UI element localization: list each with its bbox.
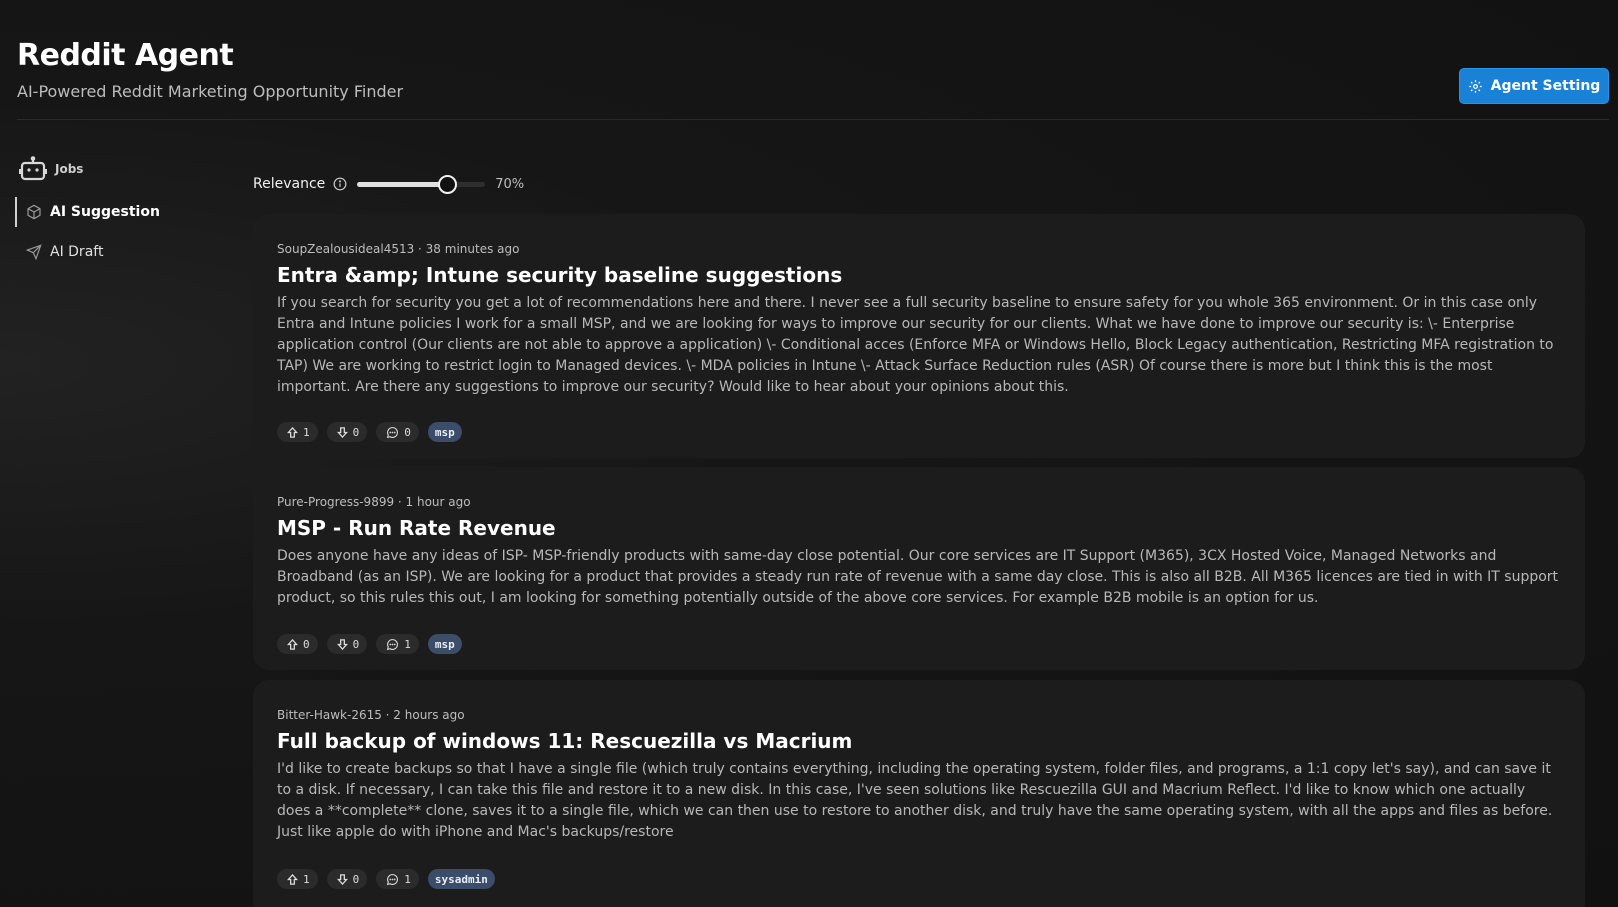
sidebar-item-ai-suggestion[interactable]: AI Suggestion xyxy=(15,197,230,227)
post-card[interactable]: Pure-Progress-9899 · 1 hour ago MSP - Ru… xyxy=(253,467,1585,670)
upvote-button[interactable]: 1 xyxy=(277,869,318,889)
relevance-label: Relevance xyxy=(253,176,326,192)
upvote-count: 1 xyxy=(303,872,310,886)
post-title[interactable]: Full backup of windows 11: Rescuezilla v… xyxy=(277,729,1561,753)
app-title: Reddit Agent xyxy=(17,38,234,73)
sidebar-item-label: AI Suggestion xyxy=(50,204,160,220)
arrow-up-icon xyxy=(287,873,298,885)
relevance-value: 70% xyxy=(495,176,525,192)
comments-button[interactable]: 1 xyxy=(376,634,419,654)
header: Reddit Agent AI-Powered Reddit Marketing… xyxy=(17,0,1609,120)
downvote-count: 0 xyxy=(352,425,360,439)
downvote-button[interactable]: 0 xyxy=(326,869,368,889)
downvote-button[interactable]: 0 xyxy=(326,634,368,654)
relevance-slider[interactable] xyxy=(357,174,486,194)
post-title[interactable]: MSP - Run Rate Revenue xyxy=(277,516,1561,540)
comments-button[interactable]: 1 xyxy=(376,869,419,889)
subreddit-tag[interactable]: sysadmin xyxy=(427,869,495,889)
sidebar-item-ai-draft[interactable]: AI Draft xyxy=(15,237,230,267)
post-title[interactable]: Entra &amp; Intune security baseline sug… xyxy=(277,263,1561,287)
sidebar-item-label: AI Draft xyxy=(50,244,104,260)
arrow-up-icon xyxy=(287,638,298,650)
comment-count: 1 xyxy=(404,637,411,651)
downvote-count: 0 xyxy=(352,637,360,651)
comments-button[interactable]: 0 xyxy=(376,422,419,442)
downvote-button[interactable]: 0 xyxy=(326,422,368,442)
slider-fill xyxy=(357,182,447,187)
post-body: Does anyone have any ideas of ISP- MSP-f… xyxy=(277,548,1559,606)
downvote-count: 0 xyxy=(352,872,360,886)
post-body: If you search for security you get a lot… xyxy=(277,295,1554,395)
upvote-count: 1 xyxy=(303,425,310,439)
post-meta: Pure-Progress-9899 · 1 hour ago xyxy=(277,495,471,509)
app-subtitle: AI-Powered Reddit Marketing Opportunity … xyxy=(17,82,404,101)
arrow-up-icon xyxy=(287,426,298,438)
subreddit-tag[interactable]: msp xyxy=(427,634,462,654)
robot-icon xyxy=(19,156,47,182)
jobs-label: Jobs xyxy=(55,162,84,176)
upvote-button[interactable]: 0 xyxy=(277,634,318,654)
arrow-down-icon xyxy=(336,873,348,885)
main-content: Relevance 70% SoupZealousideal4513 · 38 … xyxy=(253,170,1585,907)
agent-setting-button[interactable]: Agent Setting xyxy=(1459,68,1609,104)
upvote-button[interactable]: 1 xyxy=(277,422,318,442)
paper-plane-icon xyxy=(26,244,42,260)
comment-count: 0 xyxy=(404,425,411,439)
gear-icon xyxy=(1468,79,1483,94)
comment-icon xyxy=(386,426,399,439)
comment-icon xyxy=(386,638,399,651)
post-body: I'd like to create backups so that I hav… xyxy=(277,761,1553,840)
post-card[interactable]: SoupZealousideal4513 · 38 minutes ago En… xyxy=(253,214,1585,458)
sidebar: Jobs AI Suggestion AI Draft xyxy=(15,150,230,267)
post-meta: SoupZealousideal4513 · 38 minutes ago xyxy=(277,242,520,256)
arrow-down-icon xyxy=(336,638,348,650)
comment-count: 1 xyxy=(404,872,411,886)
slider-thumb[interactable] xyxy=(437,175,457,194)
post-stats: 1 0 1 sysadmin xyxy=(277,869,495,889)
arrow-down-icon xyxy=(336,426,348,438)
upvote-count: 0 xyxy=(303,637,310,651)
info-icon[interactable] xyxy=(333,177,347,191)
comment-icon xyxy=(386,873,399,886)
cube-icon xyxy=(26,204,42,220)
agent-setting-label: Agent Setting xyxy=(1490,78,1601,94)
post-stats: 1 0 0 msp xyxy=(277,422,462,442)
post-card[interactable]: Bitter-Hawk-2615 · 2 hours ago Full back… xyxy=(253,680,1585,907)
post-meta: Bitter-Hawk-2615 · 2 hours ago xyxy=(277,708,465,722)
relevance-filter: Relevance 70% xyxy=(253,170,1585,198)
jobs-header: Jobs xyxy=(15,150,230,188)
subreddit-tag[interactable]: msp xyxy=(427,422,462,442)
post-stats: 0 0 1 msp xyxy=(277,634,462,654)
